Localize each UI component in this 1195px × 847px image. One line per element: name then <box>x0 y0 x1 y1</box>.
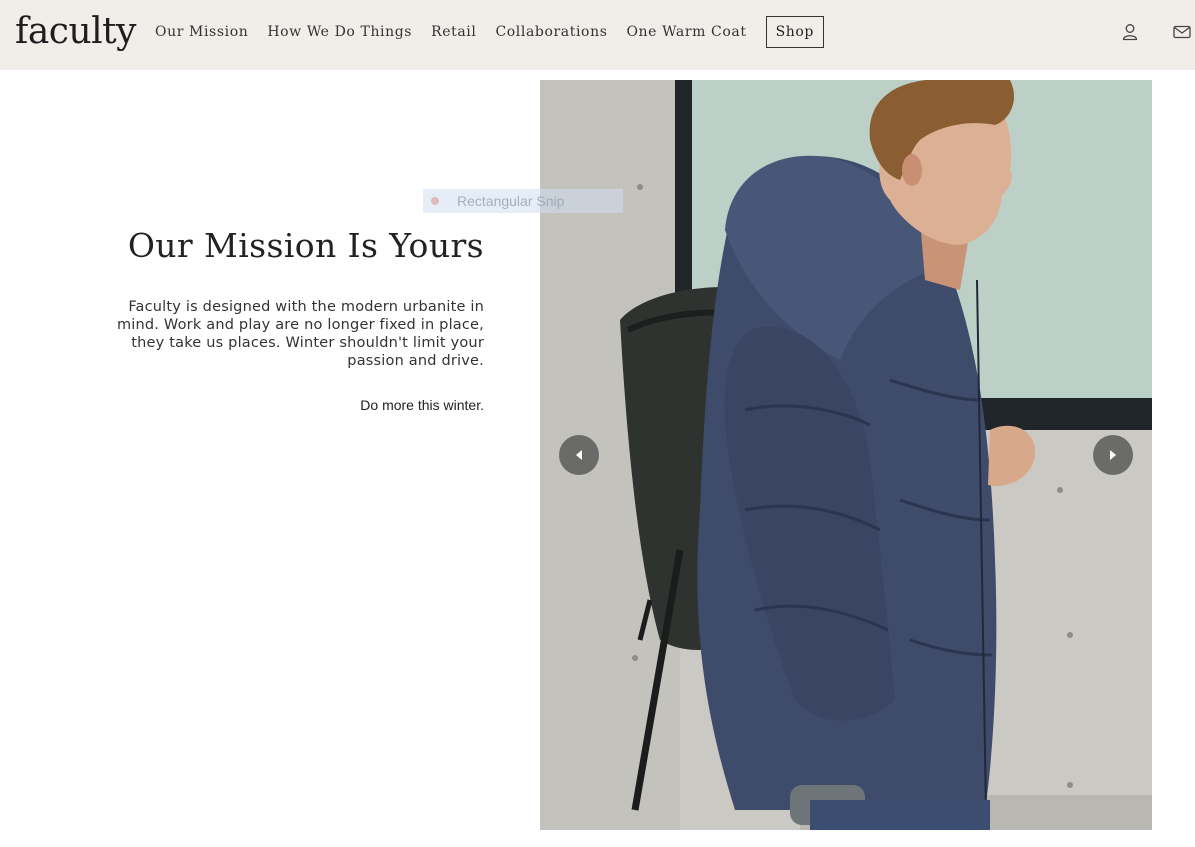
hero-photo-illustration <box>540 80 1152 830</box>
nav-one-warm-coat[interactable]: One Warm Coat <box>626 24 746 40</box>
nav-collaborations[interactable]: Collaborations <box>495 24 607 40</box>
chevron-right-icon <box>1110 450 1116 460</box>
record-dot-icon <box>431 197 439 205</box>
carousel-next-button[interactable] <box>1093 435 1133 475</box>
hero-image <box>540 80 1152 830</box>
account-icon[interactable] <box>1120 22 1140 42</box>
site-logo[interactable]: faculty <box>15 8 136 56</box>
mission-tagline: Do more this winter. <box>360 397 484 413</box>
mission-description: Faculty is designed with the modern urba… <box>116 299 484 369</box>
page-title: Our Mission Is Yours <box>127 226 484 265</box>
main-nav: Our Mission How We Do Things Retail Coll… <box>155 0 824 64</box>
chevron-left-icon <box>576 450 582 460</box>
nav-retail[interactable]: Retail <box>431 24 476 40</box>
nav-how-we-do-things[interactable]: How We Do Things <box>267 24 412 40</box>
carousel-prev-button[interactable] <box>559 435 599 475</box>
rectangular-snip-tooltip: Rectangular Snip <box>423 189 623 213</box>
mail-icon[interactable] <box>1172 22 1192 42</box>
snip-label: Rectangular Snip <box>457 193 565 209</box>
site-header: faculty Our Mission How We Do Things Ret… <box>0 0 1195 70</box>
shop-button[interactable]: Shop <box>765 16 824 48</box>
nav-our-mission[interactable]: Our Mission <box>155 24 248 40</box>
